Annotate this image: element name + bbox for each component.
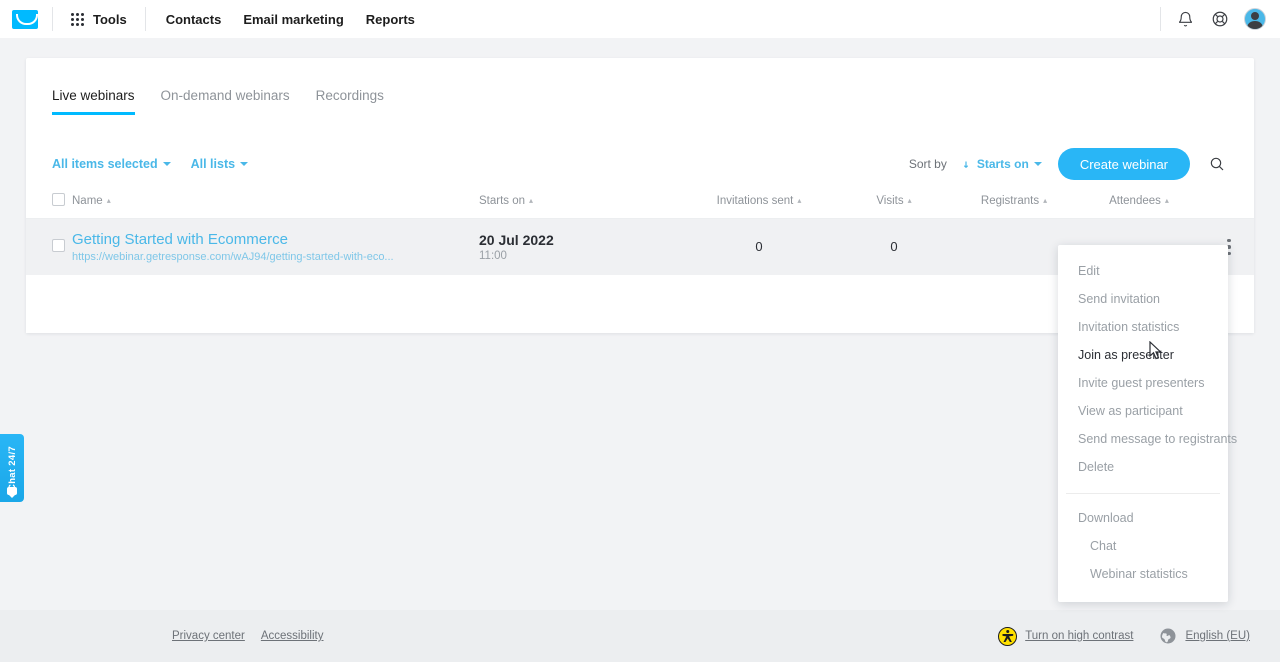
chat-widget-label: Chat 24/7: [6, 445, 18, 491]
column-label-attendees: Attendees: [1109, 195, 1161, 207]
primary-nav-links: Contacts Email marketing Reports: [146, 12, 415, 27]
menu-item-download-webinar-statistics[interactable]: Webinar statistics: [1058, 560, 1228, 588]
column-label-name: Name: [72, 195, 103, 207]
grid-apps-icon: [71, 12, 84, 26]
chat-bubble-icon: [7, 487, 17, 498]
toolbar-right-group: Sort by Starts on Create webinar: [909, 148, 1228, 180]
webinar-title-link[interactable]: Getting Started with Ecommerce: [72, 230, 479, 249]
footer-link-accessibility[interactable]: Accessibility: [261, 630, 324, 642]
tools-menu-button[interactable]: Tools: [53, 0, 145, 38]
column-header-starts-on[interactable]: Starts on ▴: [479, 187, 684, 219]
menu-item-join-as-presenter[interactable]: Join as presenter: [1058, 341, 1228, 369]
column-header-registrants[interactable]: Registrants ▴: [954, 187, 1074, 219]
column-header-attendees[interactable]: Attendees ▴: [1074, 187, 1204, 219]
row-visits: 0: [890, 239, 898, 255]
sort-caret-icon: ▴: [1164, 196, 1169, 206]
lists-filter[interactable]: All lists: [190, 157, 249, 171]
language-label[interactable]: English (EU): [1185, 630, 1250, 642]
high-contrast-label[interactable]: Turn on high contrast: [1025, 630, 1133, 642]
select-all-checkbox[interactable]: [52, 193, 65, 206]
row-starts-on-cell: 20 Jul 2022 11:00: [479, 219, 684, 275]
sort-caret-icon: ▴: [1043, 196, 1048, 206]
nav-right-actions: [1160, 7, 1266, 31]
lists-filter-label: All lists: [190, 157, 236, 171]
select-all-header: [26, 187, 72, 219]
globe-icon: [1160, 628, 1176, 644]
nav-link-reports[interactable]: Reports: [366, 12, 415, 27]
row-context-menu: Edit Send invitation Invitation statisti…: [1058, 245, 1237, 602]
lifebuoy-icon[interactable]: [1209, 8, 1231, 30]
top-navigation-bar: Tools Contacts Email marketing Reports: [0, 0, 1280, 38]
items-selected-label: All items selected: [52, 157, 158, 171]
column-header-visits[interactable]: Visits ▴: [834, 187, 954, 219]
webinar-date: 20 Jul 2022: [479, 231, 554, 248]
chevron-down-icon: [1033, 162, 1042, 166]
chevron-down-icon: [162, 162, 171, 166]
column-label-starts-on: Starts on: [479, 195, 526, 207]
accessibility-icon: [998, 626, 1018, 646]
sort-by-label: Sort by: [908, 157, 947, 171]
tab-recordings[interactable]: Recordings: [316, 88, 384, 115]
getresponse-logo[interactable]: [12, 9, 38, 29]
menu-item-invitation-statistics[interactable]: Invitation statistics: [1058, 313, 1228, 341]
search-icon[interactable]: [1206, 153, 1228, 175]
webinar-tabs: Live webinars On-demand webinars Recordi…: [26, 58, 1254, 115]
menu-item-send-message-to-registrants[interactable]: Send message to registrants: [1058, 425, 1237, 453]
user-avatar[interactable]: [1244, 8, 1266, 30]
menu-item-send-invitation[interactable]: Send invitation: [1058, 285, 1228, 313]
webinar-time: 11:00: [479, 249, 507, 262]
chat-widget-tab[interactable]: Chat 24/7: [0, 434, 24, 502]
menu-item-delete[interactable]: Delete: [1058, 453, 1228, 481]
nav-link-contacts[interactable]: Contacts: [166, 12, 222, 27]
column-header-actions: [1204, 187, 1254, 219]
sort-by-select[interactable]: Starts on: [963, 157, 1042, 171]
row-select-cell: [26, 219, 72, 275]
sort-direction-icon: [963, 161, 968, 168]
menu-item-view-as-participant[interactable]: View as participant: [1058, 397, 1228, 425]
menu-divider: [1066, 493, 1220, 494]
nav-link-email-marketing[interactable]: Email marketing: [243, 12, 343, 27]
footer-right-group: Turn on high contrast English (EU): [998, 626, 1260, 646]
row-name-cell: Getting Started with Ecommerce https://w…: [72, 219, 479, 275]
menu-item-download-chat[interactable]: Chat: [1058, 532, 1228, 560]
tab-live-webinars[interactable]: Live webinars: [52, 88, 135, 115]
column-label-registrants: Registrants: [980, 195, 1040, 207]
menu-group-download: Download: [1078, 511, 1134, 525]
chevron-down-icon: [240, 162, 249, 166]
column-header-name[interactable]: Name ▴: [72, 187, 479, 219]
tab-on-demand-webinars[interactable]: On-demand webinars: [161, 88, 290, 115]
sort-caret-icon: ▴: [529, 196, 534, 206]
sort-caret-icon: ▴: [106, 196, 111, 206]
row-checkbox[interactable]: [52, 238, 65, 252]
sort-by-value: Starts on: [976, 157, 1029, 171]
tools-label: Tools: [93, 11, 127, 27]
column-label-visits: Visits: [876, 195, 904, 207]
webinar-url-link[interactable]: https://webinar.getresponse.com/wAJ94/ge…: [72, 251, 479, 263]
page-footer: Privacy center Accessibility Turn on hig…: [0, 610, 1280, 662]
table-header: Name ▴ Starts on ▴ Invitations sent ▴ Visit…: [26, 187, 1254, 219]
column-label-invitations-sent: Invitations sent: [716, 195, 794, 207]
sort-caret-icon: ▴: [797, 196, 802, 206]
menu-item-invite-guest-presenters[interactable]: Invite guest presenters: [1058, 369, 1228, 397]
nav-divider-3: [1160, 7, 1161, 31]
bell-icon[interactable]: [1174, 8, 1196, 30]
sort-caret-icon: ▴: [907, 196, 912, 206]
footer-links: Privacy center Accessibility: [20, 630, 324, 642]
create-webinar-button[interactable]: Create webinar: [1057, 148, 1190, 180]
language-selector[interactable]: English (EU): [1159, 627, 1250, 645]
high-contrast-toggle[interactable]: Turn on high contrast: [998, 626, 1133, 646]
row-registrants: [954, 219, 1074, 275]
footer-link-privacy-center[interactable]: Privacy center: [172, 630, 245, 642]
list-toolbar: All items selected All lists Sort by Sta…: [26, 115, 1254, 187]
items-selected-filter[interactable]: All items selected: [52, 157, 171, 171]
column-header-invitations-sent[interactable]: Invitations sent ▴: [684, 187, 834, 219]
row-invitations-sent: 0: [755, 239, 763, 255]
menu-item-edit[interactable]: Edit: [1058, 257, 1228, 285]
